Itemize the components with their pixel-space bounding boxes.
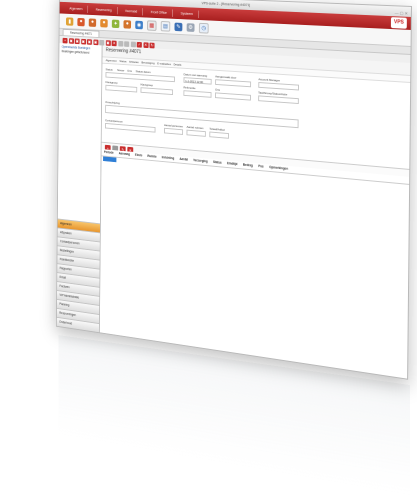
referentie-field[interactable]: [183, 90, 212, 98]
aantal-ruimte-field[interactable]: [186, 129, 206, 137]
label-ons-2: Ons: [215, 87, 221, 92]
users-icon[interactable]: ●: [100, 18, 108, 28]
menu-systeem[interactable]: Systeem: [175, 9, 199, 18]
col-pos[interactable]: Pos: [256, 163, 267, 171]
disabled-icon[interactable]: [117, 40, 123, 47]
account-field[interactable]: [258, 82, 299, 91]
totaal-field[interactable]: [209, 131, 229, 139]
calendar-icon[interactable]: ▦: [147, 19, 157, 31]
disabled-icon[interactable]: [124, 40, 130, 47]
export-icon[interactable]: ▣: [93, 39, 99, 45]
col-verzorging[interactable]: Verzorging: [191, 157, 211, 165]
clock-icon[interactable]: ◷: [198, 22, 209, 34]
app-window: VPS-suite 2 - [Reservering #4071] — ▢ ✕ …: [55, 0, 412, 380]
record-tree: Openstaande Boekingen Boekingen gefactur…: [59, 43, 101, 58]
col-periode[interactable]: Periode: [101, 149, 116, 157]
klantgroep-field-2[interactable]: [140, 87, 174, 96]
col-aanvang[interactable]: Aanvang: [116, 150, 132, 158]
print-icon[interactable]: ▣: [86, 38, 92, 45]
delete-icon[interactable]: ✕: [111, 40, 117, 46]
col-aantal[interactable]: Aantal: [177, 156, 191, 164]
key-icon[interactable]: ✦: [111, 19, 120, 28]
disabled-icon[interactable]: [130, 41, 136, 47]
subtab-email[interactable]: E-mailadres: [157, 62, 171, 67]
screenshot-stage: VPS-suite 2 - [Reservering #4071] — ▢ ✕ …: [0, 0, 417, 504]
perspective-wrapper: VPS-suite 2 - [Reservering #4071] — ▢ ✕ …: [0, 0, 417, 504]
users-icon[interactable]: ●: [123, 19, 132, 29]
taal-field[interactable]: [258, 95, 299, 105]
chart-icon[interactable]: ▤: [160, 20, 171, 32]
selected-row[interactable]: [103, 156, 117, 163]
col-eindtijd[interactable]: Eindtijd: [224, 160, 240, 168]
left-panel: Openstaande Boekingen Boekingen gefactur…: [56, 43, 103, 333]
users-icon[interactable]: ●: [88, 17, 97, 27]
vps-logo: VPS: [390, 17, 407, 29]
booking-grid: Periode Aanvang Einde Ruimte Inrichting …: [99, 149, 410, 379]
col-bedrag[interactable]: Bedrag: [240, 162, 255, 170]
content-area: Openstaande Boekingen Boekingen gefactur…: [56, 43, 411, 379]
menu-algemeen[interactable]: Algemeen: [64, 4, 89, 13]
subtab-details[interactable]: Details: [173, 63, 181, 67]
klantgroep-field[interactable]: [105, 84, 138, 93]
check-icon[interactable]: ✓: [136, 41, 142, 48]
col-ruimte[interactable]: Ruimte: [145, 153, 159, 161]
col-einde[interactable]: Einde: [132, 152, 144, 160]
aantal-personen-field[interactable]: [164, 127, 184, 135]
aangemaakt-field[interactable]: [215, 79, 252, 88]
email-icon[interactable]: ▣: [105, 39, 111, 46]
cancel-icon[interactable]: ✕: [143, 41, 149, 48]
open-icon[interactable]: ▣: [68, 37, 74, 44]
globe-icon[interactable]: ◉: [135, 20, 143, 29]
label-ons: Ons: [127, 68, 132, 73]
subtab-status[interactable]: Status: [119, 59, 126, 63]
subtab-algemeen[interactable]: Algemeen: [106, 58, 117, 62]
ons-field[interactable]: [215, 92, 251, 101]
new-icon[interactable]: +: [62, 37, 68, 44]
separator-icon: [99, 39, 105, 46]
col-opmerkingen[interactable]: Opmerkingen: [266, 164, 291, 173]
save-icon[interactable]: ▣: [74, 38, 80, 44]
subtab-artikelen[interactable]: Artikelen: [129, 60, 139, 64]
menu-front-office[interactable]: Front Office: [145, 7, 173, 17]
contactpersoon-field[interactable]: [105, 122, 156, 133]
subtab-bevestiging[interactable]: Bevestiging: [141, 61, 154, 66]
label-status: Status: [105, 67, 113, 72]
menu-voorraad[interactable]: Voorraad: [119, 6, 144, 16]
label-nieuw: Nieuw: [117, 68, 125, 73]
module-navigation: Algemeen Afspraken Contactpersonen Beste…: [56, 218, 101, 333]
refresh-icon[interactable]: ↻: [149, 42, 155, 48]
tools-icon[interactable]: ⚙: [186, 22, 195, 32]
datum-aanvang-field[interactable]: 1-1-2013 12:00: [183, 77, 212, 85]
tree-item-gefactureerd[interactable]: Boekingen gefactureerd: [62, 49, 99, 56]
folder-icon[interactable]: ▮: [66, 16, 74, 26]
main-panel: Reservering #4071 Algemeen Status Artike…: [99, 45, 411, 379]
col-inrichting[interactable]: Inrichting: [159, 154, 177, 162]
pen-icon[interactable]: ✎: [174, 22, 183, 31]
copy-icon[interactable]: ▣: [80, 38, 86, 45]
users-icon[interactable]: ●: [77, 17, 85, 26]
menu-reservering[interactable]: Reservering: [90, 5, 118, 14]
window-title: VPS-suite 2 - [Reservering #4071]: [201, 1, 251, 8]
col-status[interactable]: Status: [210, 159, 224, 167]
